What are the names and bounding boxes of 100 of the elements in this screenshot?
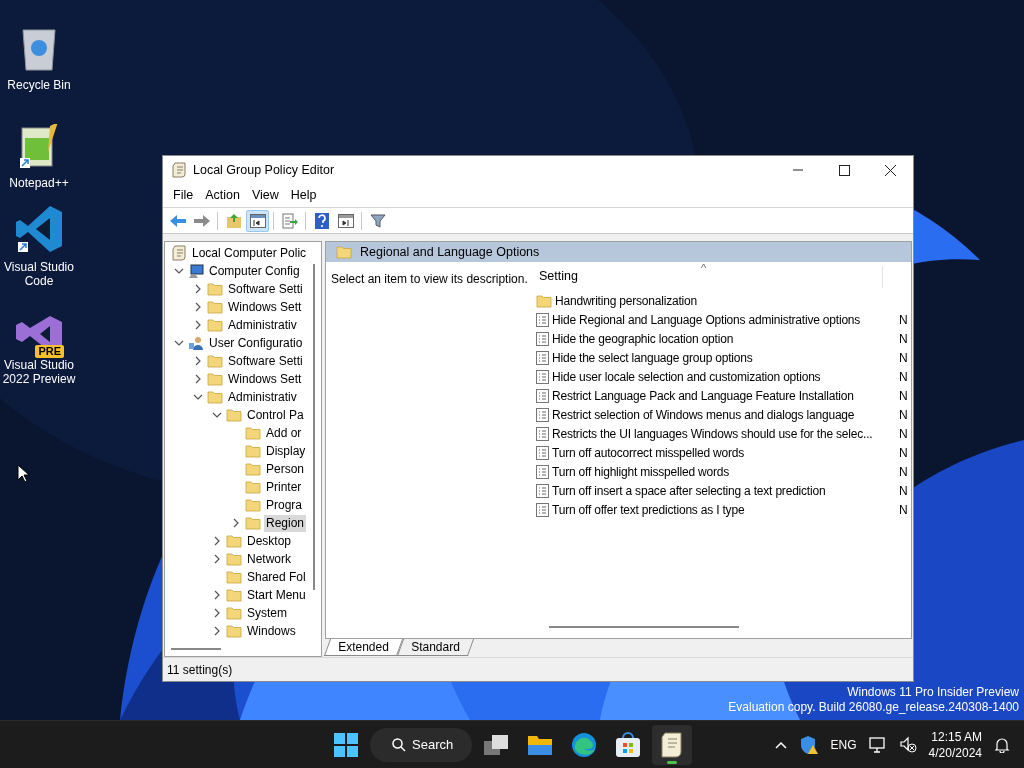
setting-name[interactable]: Restricts the UI languages Windows should use for the selec... — [552, 424, 896, 443]
tree-item[interactable]: Administrativ — [226, 388, 299, 406]
computer-icon — [188, 263, 204, 279]
user-icon — [188, 335, 204, 351]
folder-icon — [336, 245, 352, 259]
table-cell-text: N — [899, 444, 908, 462]
table-cell-text: N — [899, 501, 908, 519]
setting-name[interactable]: Turn off offer text predictions as I type — [552, 500, 896, 519]
tree-item[interactable]: Person — [264, 460, 307, 478]
tree-item[interactable]: Administrativ — [226, 316, 299, 334]
folder-icon — [226, 552, 242, 566]
menu-item[interactable]: Help — [284, 186, 323, 205]
setting-name[interactable]: Hide the geographic location option — [552, 329, 896, 348]
desktop-icon-label[interactable]: Recycle Bin — [5, 78, 73, 92]
clock-date[interactable]: 4/20/2024 — [928, 744, 982, 761]
table-cell-text: N — [899, 387, 908, 405]
menu-item[interactable]: File — [167, 186, 200, 205]
watermark-text: Evaluation copy. Build 26080.ge_release.240308-1400 — [728, 700, 1019, 715]
setting-icon — [536, 464, 549, 479]
chevron-down-icon[interactable] — [174, 338, 184, 348]
setting-icon — [536, 312, 549, 327]
watermark-text: Windows 11 Pro Insider Preview — [847, 685, 1019, 700]
muted-speaker-icon[interactable] — [898, 735, 917, 754]
setting-name[interactable]: Turn off autocorrect misspelled words — [552, 443, 896, 462]
scroll-icon — [171, 245, 187, 261]
notification-bell-icon[interactable] — [994, 736, 1010, 753]
menu-item[interactable]: View — [245, 186, 285, 205]
clock-time[interactable]: 12:15 AM — [931, 728, 982, 745]
desktop-icon-label[interactable]: Visual Studio Code — [0, 260, 78, 288]
scrollbar-thumb[interactable] — [549, 626, 739, 628]
description-text: Select an item to view its description. — [331, 272, 528, 286]
tree-item[interactable]: System — [245, 604, 289, 622]
setting-name[interactable]: Restrict Language Pack and Language Feature Installation — [552, 386, 896, 405]
tree-item[interactable]: Display — [264, 442, 308, 460]
tree-item[interactable]: Network — [245, 550, 293, 568]
code-editor-icon — [14, 204, 64, 254]
table-cell-text: N — [899, 482, 908, 500]
setting-name[interactable]: Turn off highlight misspelled words — [552, 462, 896, 481]
table-cell-text: N — [899, 330, 908, 348]
tree-item[interactable]: Progra — [264, 496, 305, 514]
scroll-icon[interactable] — [652, 724, 692, 765]
setting-icon — [536, 426, 549, 441]
language-indicator[interactable]: ENG — [830, 735, 857, 754]
folder-icon — [245, 516, 261, 530]
scrollbar-thumb[interactable] — [171, 648, 221, 650]
desktop-icon-label[interactable]: Notepad++ — [7, 176, 71, 190]
tree-item[interactable]: Region — [264, 514, 307, 532]
desktop-icon-label[interactable]: Visual Studio 2022 Preview — [0, 358, 78, 386]
tree-item[interactable]: Windows Sett — [226, 298, 304, 316]
network-icon[interactable] — [868, 735, 887, 754]
column-header[interactable]: Setting — [539, 267, 578, 286]
tree-item[interactable]: Windows Sett — [226, 370, 304, 388]
setting-name[interactable]: Hide the select language group options — [552, 348, 896, 367]
tree-item[interactable]: Local Computer Polic — [190, 244, 309, 262]
setting-icon — [536, 331, 549, 346]
window-title: Local Group Policy Editor — [193, 161, 335, 179]
shield-warning-icon[interactable] — [798, 734, 819, 755]
tree-item[interactable]: Computer Config — [207, 262, 302, 280]
table-cell-text: N — [899, 349, 908, 367]
folder-icon — [536, 293, 552, 308]
search-box[interactable]: Search — [370, 727, 472, 762]
preview-badge: PRE — [35, 345, 64, 358]
chevron-down-icon[interactable] — [174, 266, 184, 276]
tree-item[interactable]: Start Menu — [245, 586, 308, 604]
folder-icon — [226, 570, 242, 584]
recycle-bin-icon — [21, 28, 57, 72]
setting-icon — [536, 445, 549, 460]
search-icon — [392, 737, 406, 752]
setting-name[interactable]: Turn off insert a space after selecting a text prediction — [552, 481, 896, 500]
scrollbar-thumb[interactable] — [313, 264, 315, 590]
table-cell-text: N — [899, 311, 908, 329]
folder-icon — [226, 534, 242, 548]
tree-item[interactable]: Shared Fol — [245, 568, 308, 586]
folder-icon — [245, 498, 261, 512]
table-cell-text: N — [899, 406, 908, 424]
setting-name[interactable]: Handwriting personalization — [555, 291, 899, 310]
folder-icon — [245, 462, 261, 476]
status-text: 11 setting(s) — [167, 661, 233, 679]
folder-icon — [245, 480, 261, 494]
menu-item[interactable]: Action — [199, 186, 246, 205]
tree-item[interactable]: Software Setti — [226, 352, 305, 370]
show-tree-icon[interactable] — [246, 209, 269, 232]
chevron-up-icon[interactable] — [774, 740, 787, 749]
setting-name[interactable]: Hide user locale selection and customization options — [552, 367, 896, 386]
view-tab[interactable]: Standard — [396, 639, 474, 656]
tree-item[interactable]: Desktop — [245, 532, 294, 550]
tree-item[interactable]: User Configuratio — [207, 334, 305, 352]
table-cell-text: N — [899, 425, 908, 443]
tree-item[interactable]: Printer — [264, 478, 304, 496]
folder-icon — [207, 390, 223, 404]
table-cell-text: N — [899, 368, 908, 386]
setting-icon — [536, 407, 549, 422]
tree-item[interactable]: Windows — [245, 622, 298, 640]
sort-caret: ^ — [701, 261, 707, 276]
setting-name[interactable]: Hide Regional and Language Options administrative options — [552, 310, 896, 329]
tree-item[interactable]: Software Setti — [226, 280, 305, 298]
tree-item[interactable]: Add or — [264, 424, 304, 442]
tree-item[interactable]: Control Pa — [245, 406, 306, 424]
view-tab[interactable]: Extended — [323, 639, 403, 656]
setting-name[interactable]: Restrict selection of Windows menus and dialogs language — [552, 405, 896, 424]
